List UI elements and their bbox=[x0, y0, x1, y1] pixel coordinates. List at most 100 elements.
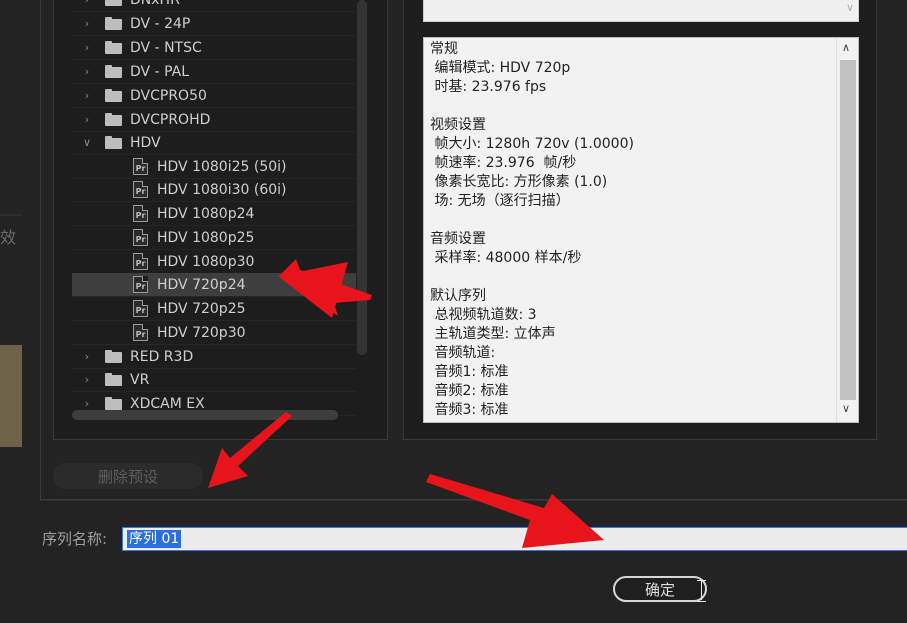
premiere-preset-icon: Pr bbox=[133, 229, 148, 246]
premiere-preset-icon: Pr bbox=[133, 205, 148, 222]
folder-icon bbox=[105, 350, 122, 363]
preset-folder[interactable]: › RED R3D bbox=[72, 345, 356, 369]
preset-folder-label: DVCPROHD bbox=[130, 111, 211, 128]
chevron-right-icon[interactable]: › bbox=[81, 350, 93, 363]
description-line: 音频轨道: bbox=[430, 345, 496, 361]
description-line: 音频设置 bbox=[430, 231, 486, 247]
delete-preset-button[interactable]: 删除预设 bbox=[53, 463, 203, 489]
preset-folder[interactable]: › DVCPRO50 bbox=[72, 84, 356, 108]
preset-item-label: HDV 720p30 bbox=[157, 324, 246, 341]
preset-folder[interactable]: › DV - NTSC bbox=[72, 36, 356, 60]
description-line bbox=[430, 268, 834, 287]
chevron-right-icon[interactable]: › bbox=[81, 397, 93, 410]
folder-icon bbox=[105, 65, 122, 78]
background-thumbnail bbox=[0, 345, 22, 447]
folder-icon bbox=[105, 41, 122, 54]
preset-item-label: HDV 720p24 bbox=[157, 276, 246, 293]
preset-description-box[interactable]: 常规 编辑模式: HDV 720p 时基: 23.976 fps 视频设置 帧大小… bbox=[423, 37, 859, 423]
chevron-down-icon[interactable]: ∨ bbox=[842, 402, 850, 415]
preset-folder[interactable]: › DV - PAL bbox=[72, 60, 356, 84]
description-line: 主轨道类型: 立体声 bbox=[430, 326, 556, 342]
sequence-name-label: 序列名称: bbox=[42, 530, 108, 548]
preset-item-label: HDV 720p25 bbox=[157, 300, 246, 317]
preset-folder[interactable]: › VR bbox=[72, 368, 356, 392]
description-line: 音频3: 标准 bbox=[430, 402, 509, 418]
preset-item-selected[interactable]: Pr HDV 720p24 bbox=[72, 273, 356, 297]
description-line: 像素长宽比: 方形像素 (1.0) bbox=[430, 174, 608, 190]
chevron-up-icon[interactable]: ∧ bbox=[842, 41, 850, 54]
preset-folder-label: DVCPRO50 bbox=[130, 87, 207, 104]
preset-folder[interactable]: ∨ HDV bbox=[72, 131, 356, 155]
preset-item[interactable]: Pr HDV 720p30 bbox=[72, 321, 356, 345]
description-line: 音频1: 标准 bbox=[430, 364, 509, 380]
description-line: 场: 无场（逐行扫描） bbox=[430, 193, 570, 209]
description-line: 帧速率: 23.976 帧/秒 bbox=[430, 155, 577, 171]
chevron-right-icon[interactable]: › bbox=[81, 17, 93, 30]
preset-folder-label: DV - PAL bbox=[130, 63, 189, 80]
preset-description-text: 常规 编辑模式: HDV 720p 时基: 23.976 fps 视频设置 帧大小… bbox=[430, 40, 834, 420]
description-scroll-thumb[interactable] bbox=[840, 60, 856, 400]
premiere-preset-icon: Pr bbox=[133, 253, 148, 270]
description-line: 编辑模式: HDV 720p bbox=[430, 60, 571, 76]
folder-icon bbox=[105, 89, 122, 102]
description-line: 时基: 23.976 fps bbox=[430, 79, 547, 95]
description-line bbox=[430, 211, 834, 230]
preset-folder-label: HDV bbox=[130, 134, 161, 151]
description-line: 视频设置 bbox=[430, 117, 486, 133]
folder-icon bbox=[105, 397, 122, 410]
preset-item-label: HDV 1080p30 bbox=[157, 253, 255, 270]
folder-icon bbox=[105, 373, 122, 386]
chevron-right-icon[interactable]: › bbox=[81, 373, 93, 386]
background-partial-label: 效 bbox=[0, 228, 17, 247]
text-cursor-icon bbox=[697, 580, 706, 602]
preset-item[interactable]: Pr HDV 1080p30 bbox=[72, 250, 356, 274]
chevron-down-icon[interactable]: ∨ bbox=[846, 1, 854, 14]
description-line: 帧大小: 1280h 720v (1.0000) bbox=[430, 136, 634, 152]
preset-item[interactable]: Pr HDV 1080p24 bbox=[72, 202, 356, 226]
sequence-name-input[interactable] bbox=[122, 527, 907, 551]
preset-item-label: HDV 1080p24 bbox=[157, 205, 255, 222]
chevron-right-icon[interactable]: › bbox=[81, 41, 93, 54]
chevron-right-icon[interactable]: › bbox=[81, 0, 93, 6]
preset-notes-box[interactable]: ∨ bbox=[423, 0, 859, 22]
background-panel bbox=[0, 0, 22, 623]
chevron-right-icon[interactable]: › bbox=[81, 113, 93, 126]
preset-tree-horizontal-scrollbar[interactable] bbox=[72, 410, 338, 420]
premiere-preset-icon: Pr bbox=[133, 324, 148, 341]
preset-folder-label: RED R3D bbox=[130, 348, 194, 365]
folder-icon bbox=[105, 136, 122, 149]
premiere-preset-icon: Pr bbox=[133, 181, 148, 198]
preset-item-label: HDV 1080i30 (60i) bbox=[157, 181, 287, 198]
premiere-preset-icon: Pr bbox=[133, 158, 148, 175]
preset-folder[interactable]: › DVCPROHD bbox=[72, 108, 356, 132]
premiere-preset-icon: Pr bbox=[133, 300, 148, 317]
ok-button[interactable]: 确定 bbox=[613, 576, 707, 602]
chevron-right-icon[interactable]: › bbox=[81, 65, 93, 78]
preset-item-label: HDV 1080p25 bbox=[157, 229, 255, 246]
preset-tree-vertical-scrollbar[interactable] bbox=[357, 0, 367, 355]
description-line: 常规 bbox=[430, 41, 458, 57]
chevron-right-icon[interactable]: › bbox=[81, 89, 93, 102]
description-line: 采样率: 48000 样本/秒 bbox=[430, 250, 582, 266]
preset-item[interactable]: Pr HDV 1080i25 (50i) bbox=[72, 155, 356, 179]
description-line: 音频2: 标准 bbox=[430, 383, 509, 399]
dialog-divider bbox=[40, 500, 907, 501]
folder-icon bbox=[105, 17, 122, 30]
folder-icon bbox=[105, 0, 122, 6]
preset-folder[interactable]: › DV - 24P bbox=[72, 12, 356, 36]
preset-item-label: HDV 1080i25 (50i) bbox=[157, 158, 287, 175]
preset-tree-scroll-thumb[interactable] bbox=[357, 0, 367, 355]
description-line: 总视频轨道数: 3 bbox=[430, 307, 537, 323]
chevron-down-icon[interactable]: ∨ bbox=[81, 136, 93, 149]
sequence-name-value[interactable]: 序列 01 bbox=[127, 530, 182, 548]
preset-item[interactable]: Pr HDV 1080p25 bbox=[72, 226, 356, 250]
preset-folder[interactable]: › DNxHR bbox=[72, 0, 356, 12]
description-line bbox=[430, 97, 834, 116]
preset-folder-label: DNxHR bbox=[130, 0, 180, 8]
background-divider bbox=[0, 214, 22, 216]
preset-tree: › DNxHR › DV - 24P › DV - NTSC › DV - PAL › DVCPR… bbox=[72, 0, 372, 425]
folder-icon bbox=[105, 113, 122, 126]
preset-item[interactable]: Pr HDV 720p25 bbox=[72, 297, 356, 321]
preset-item[interactable]: Pr HDV 1080i30 (60i) bbox=[72, 178, 356, 202]
description-scrollbar[interactable]: ∧ ∨ bbox=[836, 38, 858, 422]
